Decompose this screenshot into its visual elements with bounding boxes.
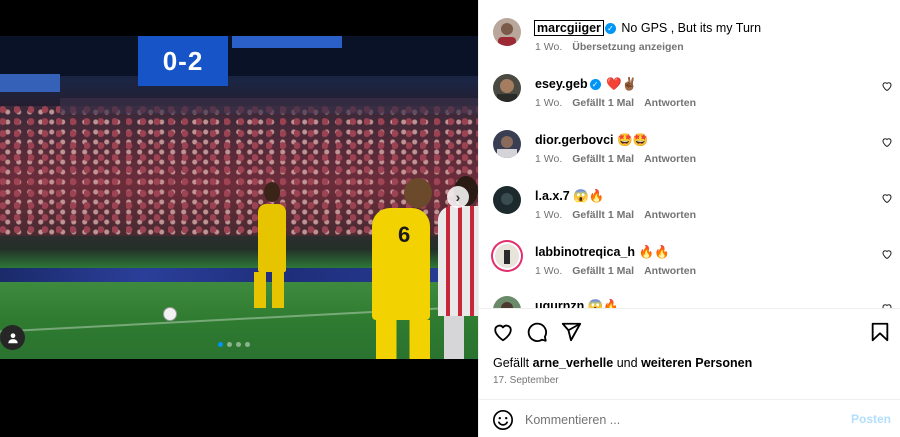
- liked-by-text: Gefällt arne_verhelle und weiteren Perso…: [493, 356, 753, 370]
- post-side-panel: marcgiiger ✓ No GPS , But its my Turn 1 W…: [478, 0, 900, 437]
- emoji-icon[interactable]: [492, 409, 514, 431]
- comment-time: 1 Wo.: [535, 153, 563, 165]
- comment-box: Posten: [479, 399, 900, 437]
- carousel-dot: [227, 342, 232, 347]
- heart-icon[interactable]: [492, 321, 514, 343]
- comment-username[interactable]: dior.gerbovci: [535, 133, 614, 147]
- chevron-right-icon: ›: [455, 189, 461, 205]
- comment-text: 😱🔥: [587, 299, 619, 308]
- carousel-dot: [218, 342, 223, 347]
- caption-text: No GPS , But its my Turn: [621, 21, 762, 35]
- comment-time: 1 Wo.: [535, 97, 563, 109]
- comment-text: 🤩🤩: [616, 133, 649, 147]
- comment-text: 😱🔥: [573, 189, 605, 203]
- share-icon[interactable]: [560, 321, 582, 343]
- carousel-indicator: [218, 342, 250, 347]
- avatar[interactable]: [493, 296, 521, 308]
- reply-button[interactable]: Antworten: [644, 209, 696, 221]
- comment-text: ❤️✌🏾: [606, 77, 638, 91]
- player-figure: [438, 206, 478, 316]
- post-date: 17. September: [493, 375, 559, 386]
- comment-likes[interactable]: Gefällt 1 Mal: [572, 153, 634, 165]
- carousel-dot: [236, 342, 241, 347]
- avatar[interactable]: [493, 130, 521, 158]
- comment-icon[interactable]: [526, 321, 548, 343]
- translate-link[interactable]: Übersetzung anzeigen: [572, 41, 683, 53]
- comment-username[interactable]: l.a.x.7: [535, 189, 570, 203]
- comment-username[interactable]: labbinotreqica_h: [535, 245, 635, 259]
- comment-username[interactable]: ugurnzn: [535, 299, 584, 308]
- post-button[interactable]: Posten: [851, 412, 891, 426]
- comment-username[interactable]: esey.geb: [535, 77, 588, 91]
- author-username[interactable]: marcgiiger: [534, 20, 604, 36]
- bookmark-icon[interactable]: [869, 321, 891, 343]
- reply-button[interactable]: Antworten: [644, 153, 696, 165]
- liked-by-others[interactable]: weiteren Personen: [641, 356, 752, 370]
- user-tag-icon: [7, 332, 18, 343]
- comment-time: 1 Wo.: [535, 209, 563, 221]
- heart-icon[interactable]: [881, 248, 893, 260]
- comment-text: 🔥🔥: [638, 245, 670, 259]
- player-figure: [258, 204, 286, 272]
- comment-likes[interactable]: Gefällt 1 Mal: [572, 97, 634, 109]
- comment-likes[interactable]: Gefällt 1 Mal: [572, 209, 634, 221]
- stadium-scoreboard: 0-2: [138, 36, 228, 86]
- comment-time: 1 Wo.: [535, 265, 563, 277]
- heart-icon[interactable]: [881, 136, 893, 148]
- verified-icon: ✓: [589, 79, 601, 91]
- carousel-dot: [245, 342, 250, 347]
- heart-icon[interactable]: [881, 80, 893, 92]
- next-slide-button[interactable]: ›: [447, 186, 469, 208]
- comment-likes[interactable]: Gefällt 1 Mal: [572, 265, 634, 277]
- post-actions: Gefällt arne_verhelle und weiteren Perso…: [479, 308, 900, 403]
- post-time: 1 Wo.: [535, 41, 563, 53]
- tagged-users-button[interactable]: [0, 325, 25, 350]
- avatar-with-story-ring[interactable]: [493, 242, 521, 270]
- football: [163, 307, 177, 321]
- avatar[interactable]: [493, 186, 521, 214]
- avatar[interactable]: [493, 74, 521, 102]
- reply-button[interactable]: Antworten: [644, 97, 696, 109]
- verified-icon: ✓: [604, 23, 616, 35]
- post-photo: 0-2 6: [0, 36, 478, 359]
- reply-button[interactable]: Antworten: [644, 265, 696, 277]
- comment-input[interactable]: [525, 410, 835, 430]
- post-media: 0-2 6 ›: [0, 0, 478, 437]
- avatar[interactable]: [493, 18, 521, 46]
- heart-icon[interactable]: [881, 192, 893, 204]
- comments-list: marcgiiger ✓ No GPS , But its my Turn 1 W…: [479, 0, 900, 308]
- liked-by-user[interactable]: arne_verhelle: [533, 356, 614, 370]
